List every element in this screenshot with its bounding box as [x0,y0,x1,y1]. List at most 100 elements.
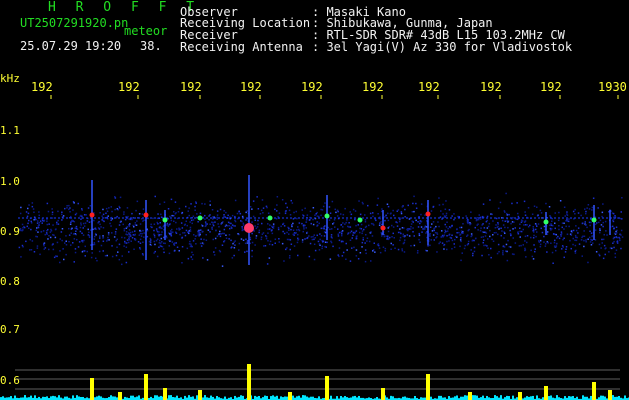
noise-pixel [584,208,586,210]
noise-pixel [173,211,175,213]
noise-pixel [192,254,194,256]
noise-pixel [545,243,547,245]
noise-pixel [409,228,412,230]
noise-pixel [56,221,58,224]
noise-pixel [503,237,505,239]
noise-pixel [450,237,453,239]
noise-pixel [153,229,155,232]
noise-pixel [195,235,197,237]
noise-pixel [218,226,220,228]
noise-pixel [234,244,236,246]
noise-pixel [89,205,92,207]
level-bar [330,395,332,400]
noise-pixel [479,218,482,220]
noise-pixel [406,228,408,231]
noise-pixel [183,232,186,234]
noise-pixel [31,202,34,204]
noise-pixel [601,238,603,241]
noise-pixel [194,238,196,240]
noise-pixel [166,236,168,239]
level-bar [570,396,572,400]
noise-pixel [546,251,548,253]
noise-pixel [161,245,164,248]
noise-pixel [128,225,131,227]
noise-pixel [290,228,292,231]
level-bar [456,395,458,400]
noise-pixel [69,211,71,213]
noise-pixel [408,235,411,237]
noise-pixel [254,244,256,246]
noise-pixel [242,239,245,241]
noise-pixel [561,248,563,250]
noise-pixel [207,229,210,231]
noise-pixel [312,207,315,209]
noise-pixel [418,216,420,218]
noise-pixel [426,250,428,252]
noise-pixel [36,247,39,249]
noise-pixel [599,219,602,222]
noise-pixel [361,230,364,232]
noise-pixel [338,239,341,242]
noise-pixel [35,229,37,232]
level-bar [98,395,100,400]
noise-pixel [66,207,68,209]
noise-pixel [123,213,125,215]
noise-pixel [139,223,142,225]
noise-pixel [246,240,249,242]
level-bar [466,395,468,400]
noise-pixel [469,222,471,224]
noise-pixel [20,256,22,258]
noise-pixel [282,223,284,226]
noise-pixel [103,220,105,223]
noise-pixel [65,253,67,256]
noise-pixel [483,231,485,233]
noise-pixel [128,224,130,226]
level-bar [270,396,272,400]
noise-pixel [589,224,591,227]
noise-pixel [321,247,323,250]
noise-pixel [68,227,70,230]
level-bar [618,396,620,400]
noise-pixel [61,219,63,221]
noise-pixel [83,225,86,227]
noise-pixel [398,220,401,223]
noise-pixel [358,200,360,202]
level-bar [136,396,138,400]
noise-pixel [133,226,135,228]
noise-pixel [554,227,556,230]
noise-pixel [286,247,288,249]
noise-pixel [211,209,214,211]
noise-pixel [522,244,524,246]
noise-pixel [620,229,623,232]
noise-pixel [525,256,527,258]
noise-pixel [318,222,320,225]
noise-pixel [359,213,362,216]
time-tick-label: 192 [540,80,562,94]
noise-pixel [410,223,413,225]
noise-pixel [175,232,178,234]
level-bar [50,396,52,400]
noise-pixel [368,240,371,243]
noise-pixel [487,238,489,240]
noise-pixel [486,215,489,218]
noise-pixel [365,225,368,228]
noise-pixel [539,209,542,212]
noise-pixel [102,208,104,211]
noise-pixel [591,235,594,237]
noise-pixel [231,246,233,248]
noise-pixel [272,223,275,225]
noise-pixel [252,200,255,202]
noise-pixel [590,244,593,246]
noise-pixel [364,242,366,244]
noise-pixel [420,226,423,228]
level-bar [266,395,268,400]
noise-pixel [197,232,200,234]
noise-pixel [51,211,54,213]
noise-pixel [260,238,263,241]
noise-pixel [47,210,50,213]
noise-pixel [277,216,279,218]
noise-pixel [241,226,243,228]
level-bar [568,396,570,400]
noise-pixel [380,210,383,213]
noise-pixel [135,209,137,212]
